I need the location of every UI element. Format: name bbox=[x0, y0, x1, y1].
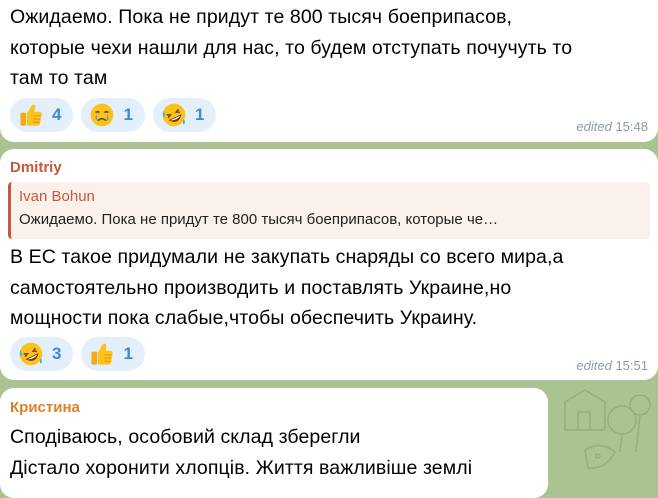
reaction-rolling-laughing[interactable]: 1 bbox=[152, 98, 217, 132]
message-meta: edited 15:51 bbox=[576, 358, 648, 373]
reaction-rolling-laughing[interactable]: 3 bbox=[10, 337, 74, 371]
reaction-thumbs-up[interactable]: 4 bbox=[10, 98, 74, 132]
thumbs-up-icon bbox=[18, 102, 44, 128]
reaction-count: 1 bbox=[194, 105, 205, 124]
timestamp: 15:51 bbox=[615, 358, 648, 373]
reaction-count: 4 bbox=[52, 105, 62, 124]
reactions-bar: 3 1 bbox=[10, 337, 145, 371]
reaction-count: 1 bbox=[123, 344, 133, 363]
message-text: Ожидаемо. Пока не придут те 800 тысяч бо… bbox=[10, 6, 573, 89]
timestamp: 15:48 bbox=[615, 119, 648, 134]
message-text: Сподіваюсь, особовий склад зберегли Діст… bbox=[10, 426, 473, 479]
author-name[interactable]: Dmitriy bbox=[10, 159, 62, 176]
author-name[interactable]: Кристина bbox=[10, 399, 80, 416]
reply-text: Ожидаемо. Пока не придут те 800 тысяч бо… bbox=[19, 211, 499, 228]
reply-quote[interactable]: Ivan Bohun Ожидаемо. Пока не придут те 8… bbox=[8, 182, 650, 239]
reaction-thumbs-up[interactable]: 1 bbox=[81, 337, 145, 371]
reactions-bar: 4 1 1 bbox=[10, 98, 217, 132]
edited-label: edited bbox=[576, 358, 612, 373]
message-meta: edited 15:48 bbox=[576, 119, 648, 134]
reaction-crying-face[interactable]: 1 bbox=[81, 98, 145, 132]
rolling-laughing-icon bbox=[18, 341, 44, 367]
crying-face-icon bbox=[89, 102, 115, 128]
reaction-count: 3 bbox=[52, 344, 62, 363]
edited-label: edited bbox=[576, 119, 612, 134]
reaction-count: 1 bbox=[123, 105, 133, 124]
reply-author: Ivan Bohun bbox=[19, 188, 95, 205]
thumbs-up-icon bbox=[89, 341, 115, 367]
rolling-laughing-icon bbox=[161, 102, 187, 128]
message-text: В ЕС такое придумали не закупать снаряды… bbox=[10, 246, 564, 329]
